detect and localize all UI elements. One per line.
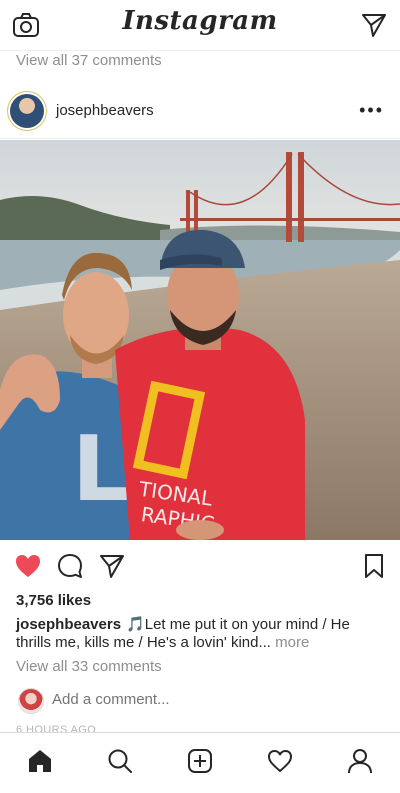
share-paper-plane-icon[interactable]: [98, 552, 126, 580]
like-count[interactable]: 3,756 likes: [16, 592, 91, 609]
bottom-navigation: [0, 732, 400, 793]
home-icon[interactable]: [26, 747, 54, 775]
instagram-logo: Instagram: [122, 6, 278, 36]
view-all-comments[interactable]: View all 33 comments: [16, 658, 162, 675]
post-header: josephbeavers •••: [0, 88, 400, 139]
caption-more-link[interactable]: more: [275, 634, 309, 651]
bookmark-icon[interactable]: [360, 552, 388, 580]
post-username[interactable]: josephbeavers: [56, 102, 154, 119]
current-user-avatar: [18, 688, 44, 714]
view-all-comments-previous[interactable]: View all 37 comments: [16, 52, 162, 69]
search-icon[interactable]: [106, 747, 134, 775]
post-photo[interactable]: LA TIONAL RAPHIC: [0, 140, 400, 540]
heart-filled-icon[interactable]: [14, 552, 42, 580]
post-caption: josephbeavers 🎵Let me put it on your mind…: [16, 616, 384, 652]
more-horizontal-icon[interactable]: •••: [359, 100, 384, 121]
new-post-icon[interactable]: [186, 747, 214, 775]
avatar[interactable]: [10, 94, 44, 128]
add-comment-row: [0, 686, 400, 716]
photo-illustration: LA TIONAL RAPHIC: [0, 140, 400, 540]
caption-username[interactable]: josephbeavers: [16, 616, 121, 633]
comment-bubble-icon[interactable]: [56, 552, 84, 580]
activity-heart-icon[interactable]: [266, 747, 294, 775]
paper-plane-icon[interactable]: [360, 12, 388, 38]
post-actions: [0, 548, 400, 588]
profile-icon[interactable]: [346, 747, 374, 775]
top-bar: Instagram: [0, 0, 400, 51]
add-comment-input[interactable]: [52, 691, 352, 708]
